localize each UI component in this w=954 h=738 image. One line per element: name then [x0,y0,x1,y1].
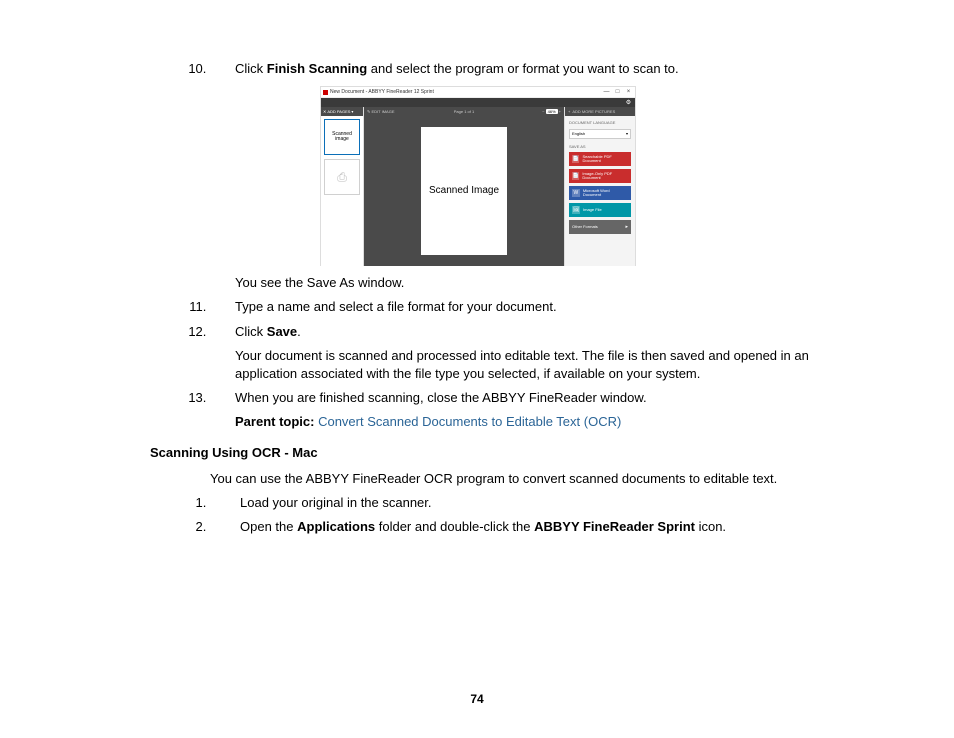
fig-right-body: DOCUMENT LANGUAGE English ▾ SAVE AS 📄 Se… [565,116,635,238]
maximize-icon: □ [613,89,622,96]
opt-other: Other Formats ▸ [569,220,631,234]
pdf-icon: 📄 [572,155,579,163]
fig-thumbnails: Scanned image ⎙ [321,116,363,266]
opt-image-pdf: 📄 Image-Only PDF Document [569,169,631,183]
saveas-label: SAVE AS [569,144,631,150]
fig-page-area: Scanned Image [364,116,564,266]
pdf-icon: 📄 [572,172,579,180]
chevron-down-icon: ▾ [626,131,628,137]
fig-body: ✕ ADD PAGES ▾ Scanned image ⎙ ✎ EDIT IMA… [321,107,635,266]
fig-right-panel: + ADD MORE PICTURES DOCUMENT LANGUAGE En… [564,107,635,266]
section-heading-mac: Scanning Using OCR - Mac [150,444,850,462]
parent-topic: Parent topic: Convert Scanned Documents … [235,413,850,431]
lang-select: English ▾ [569,129,631,139]
step-13: When you are finished scanning, close th… [210,389,850,407]
abbyy-screenshot: New Document - ABBYY FineReader 12 Sprin… [320,86,636,266]
scanned-page: Scanned Image [421,127,507,255]
step-11: Type a name and select a file format for… [210,298,850,316]
edit-image-label: ✎ EDIT IMAGE [367,109,395,115]
step-12-after: Your document is scanned and processed i… [235,347,850,383]
step-12: Click Save. Your document is scanned and… [210,323,850,384]
opt-image-file: 🖼 Image File [569,203,631,217]
sec2-step-1: Load your original in the scanner. [210,494,850,512]
step-10-after: You see the Save As window. [235,274,850,292]
step-10: Click Finish Scanning and select the pro… [210,60,850,292]
gear-icon: ⚙ [625,99,632,106]
page-number: 74 [0,691,954,708]
zoom-value: 46% [546,109,558,115]
fig-right-header: + ADD MORE PICTURES [565,107,635,116]
parent-topic-label: Parent topic: [235,414,318,429]
fig-titlebar: New Document - ABBYY FineReader 12 Sprin… [321,87,635,98]
chevron-right-icon: ▸ [625,225,628,231]
window-title: New Document - ABBYY FineReader 12 Sprin… [330,89,600,96]
page-counter: Page 1 of 1 [454,109,474,115]
fig-left-header: ✕ ADD PAGES ▾ [321,107,363,116]
x-icon: ✕ [323,109,326,115]
fig-center-panel: ✎ EDIT IMAGE Page 1 of 1 − 46% + Scanned… [364,107,564,266]
plus-icon: + [568,109,570,115]
zoom-in-icon: + [559,109,561,115]
image-icon: 🖼 [572,206,580,214]
opt-word: W Microsoft Word Document [569,186,631,200]
fig-center-header: ✎ EDIT IMAGE Page 1 of 1 − 46% + [364,107,564,116]
parent-topic-link[interactable]: Convert Scanned Documents to Editable Te… [318,414,621,429]
zoom-controls: − 46% + [542,109,561,115]
close-icon: × [624,89,633,96]
word-icon: W [572,189,580,197]
opt-searchable-pdf: 📄 Searchable PDF Document [569,152,631,166]
section2-intro: You can use the ABBYY FineReader OCR pro… [210,470,850,488]
zoom-out-icon: − [542,109,544,115]
fig-left-panel: ✕ ADD PAGES ▾ Scanned image ⎙ [321,107,364,266]
app-icon [323,90,328,95]
lang-label: DOCUMENT LANGUAGE [569,120,631,126]
thumbnail-add: ⎙ [324,159,360,195]
page-content: Click Finish Scanning and select the pro… [150,60,850,542]
minimize-icon: — [602,89,611,96]
fig-menubar: ⚙ [321,98,635,107]
chevron-down-icon: ▾ [351,109,353,115]
thumbnail-1: Scanned image [324,119,360,155]
sec2-step-2: Open the Applications folder and double-… [210,518,850,536]
section2-steps: Load your original in the scanner. Open … [150,494,850,536]
steps-continued: Click Finish Scanning and select the pro… [150,60,850,407]
